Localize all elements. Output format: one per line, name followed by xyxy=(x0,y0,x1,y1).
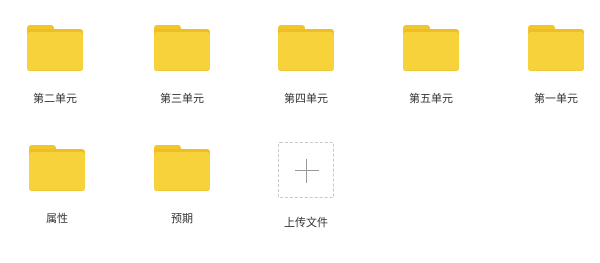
folder-label: 属性 xyxy=(46,212,68,225)
folder-label: 第一单元 xyxy=(534,92,578,105)
folder-label: 第二单元 xyxy=(33,92,77,105)
folder-item[interactable]: 第二单元 xyxy=(0,0,110,105)
folder-label: 第三单元 xyxy=(160,92,204,105)
upload-label: 上传文件 xyxy=(284,216,328,229)
folder-item[interactable]: 第一单元 xyxy=(501,0,600,105)
upload-drop-zone[interactable] xyxy=(278,142,334,198)
folder-icon xyxy=(403,25,459,73)
folder-label: 第四单元 xyxy=(284,92,328,105)
folder-icon xyxy=(278,25,334,73)
folder-label: 预期 xyxy=(171,212,193,225)
folder-item[interactable]: 预期 xyxy=(127,120,237,225)
folder-icon xyxy=(154,25,210,73)
folder-icon xyxy=(528,25,584,73)
folder-item[interactable]: 第三单元 xyxy=(127,0,237,105)
folder-item[interactable]: 属性 xyxy=(2,120,112,225)
folder-label: 第五单元 xyxy=(409,92,453,105)
folder-item[interactable]: 第四单元 xyxy=(251,0,361,105)
upload-button[interactable]: 上传文件 xyxy=(251,124,361,229)
file-grid: 第二单元 第三单元 第四单元 第五单元 第一单元 属性 预期 上传文件 xyxy=(0,0,600,263)
folder-item[interactable]: 第五单元 xyxy=(376,0,486,105)
folder-icon xyxy=(27,25,83,73)
folder-icon xyxy=(29,145,85,193)
folder-icon xyxy=(154,145,210,193)
